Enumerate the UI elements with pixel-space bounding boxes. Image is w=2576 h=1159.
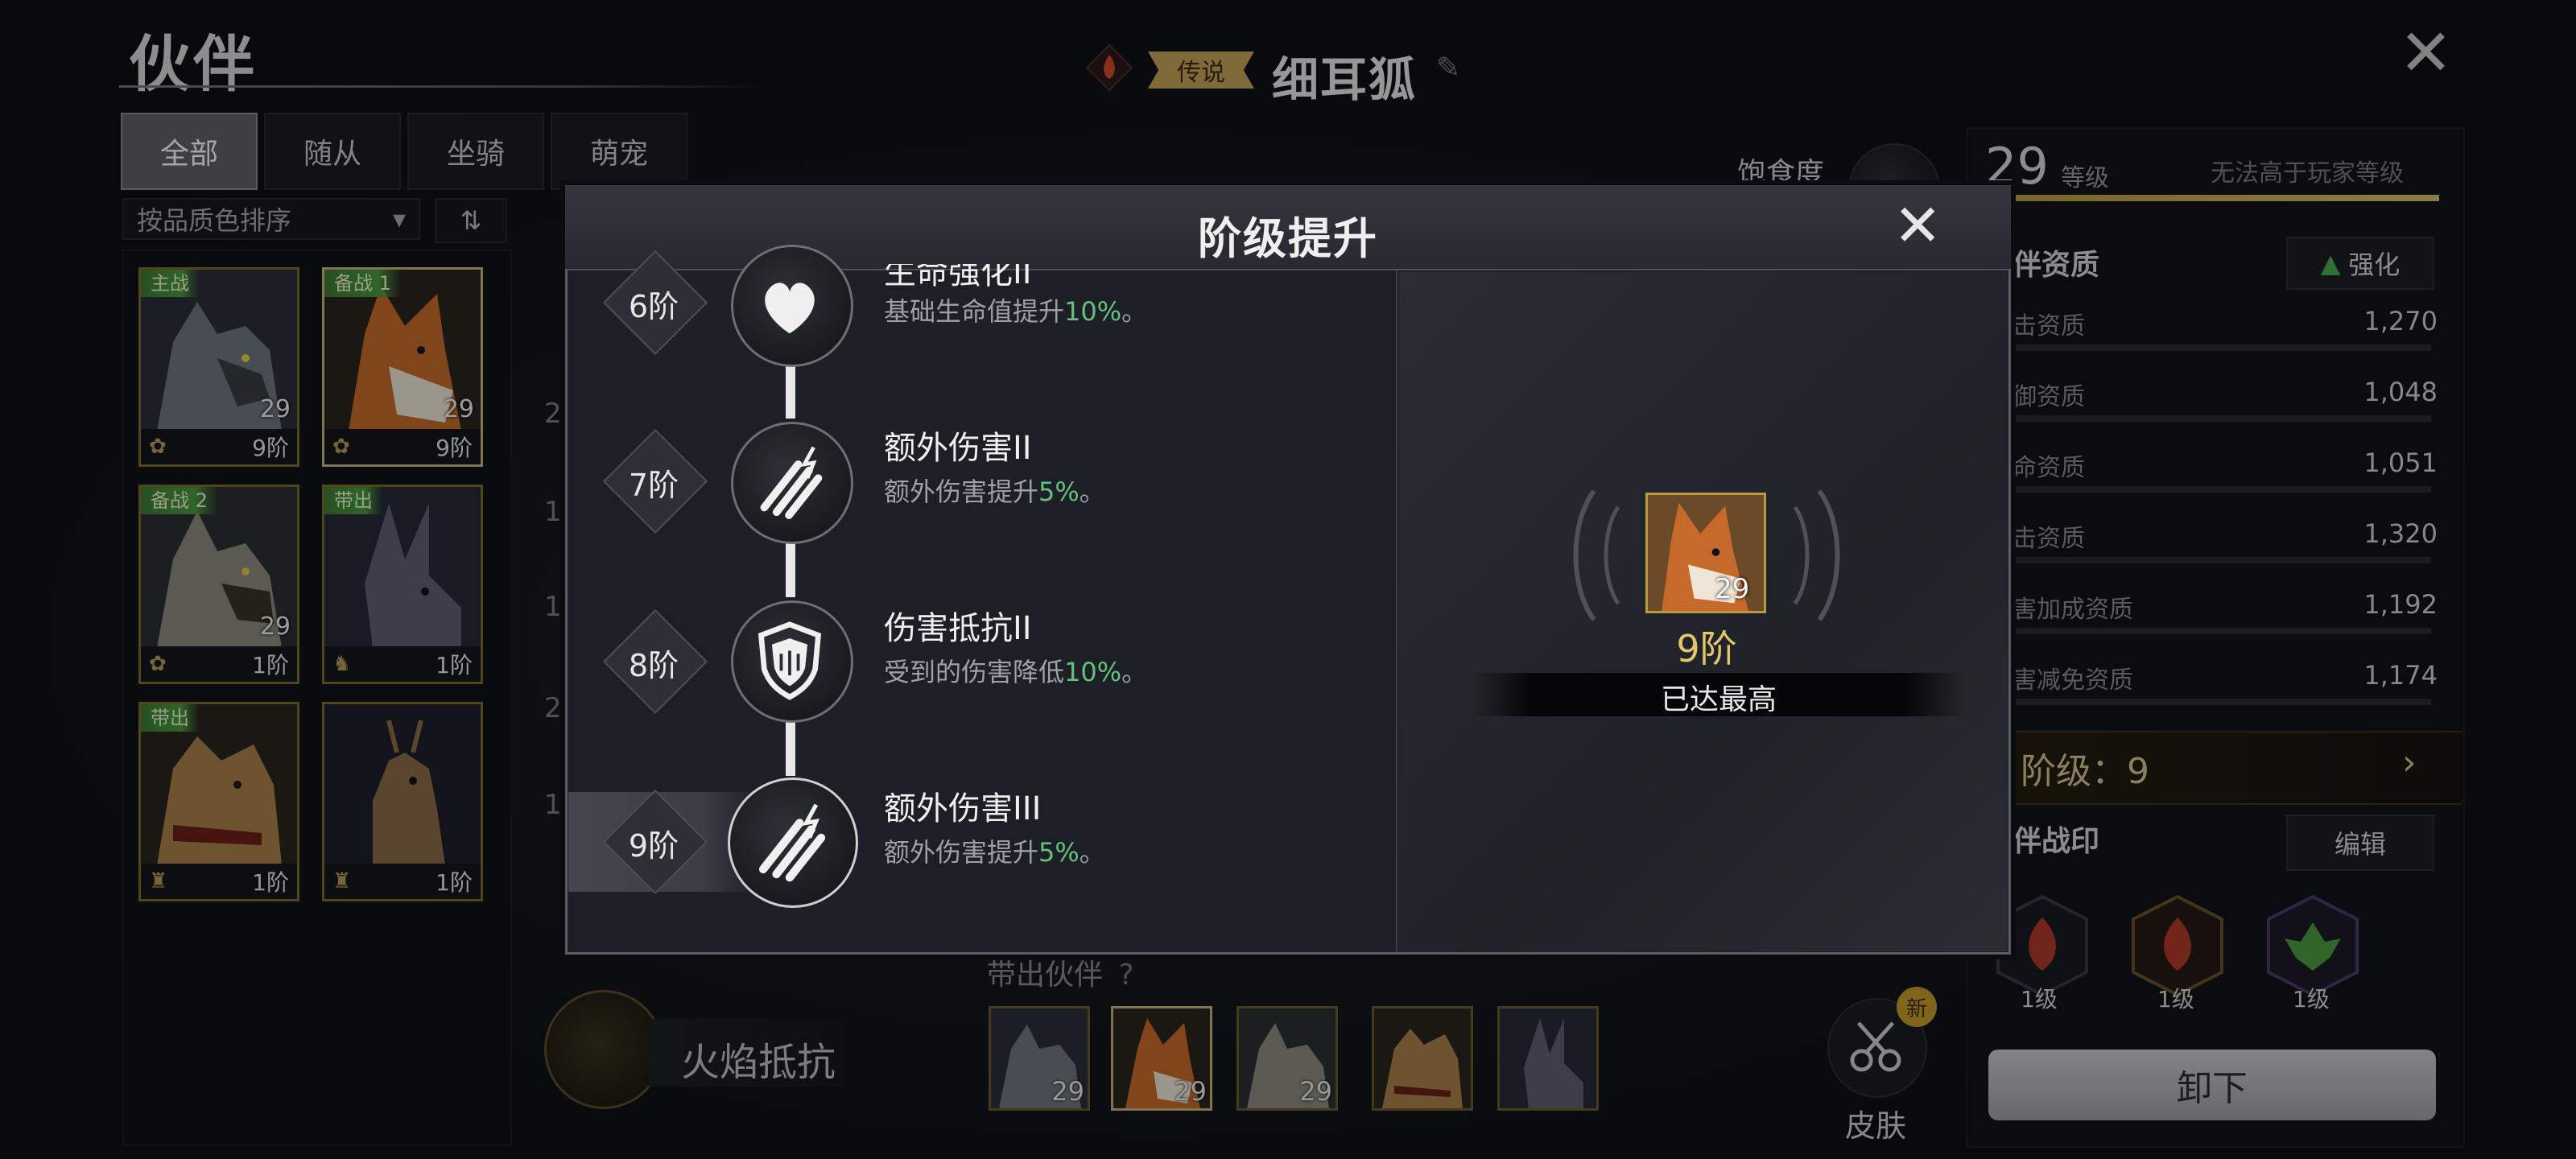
max-status-text: 已达最高 <box>1660 683 1777 716</box>
skill-desc: 额外伤害提升5%。 <box>884 832 1105 869</box>
desc-text: 额外伤害提升 <box>884 476 1039 507</box>
dialog-divider <box>1396 270 1397 951</box>
claw-icon[interactable] <box>728 777 858 908</box>
dialog-title: 阶级提升 <box>1198 213 1378 264</box>
close-icon[interactable]: ✕ <box>1893 196 1942 254</box>
desc-punct: 。 <box>1121 657 1148 687</box>
shield-glyph <box>758 621 822 700</box>
stage-label: 6阶 <box>628 289 679 324</box>
desc-text: 额外伤害提升 <box>884 837 1039 868</box>
heart-icon[interactable] <box>731 245 853 367</box>
stage-label: 7阶 <box>628 468 679 503</box>
preview-level: 29 <box>1715 573 1750 605</box>
desc-value: 10% <box>1064 657 1122 687</box>
stage-connector <box>786 716 795 776</box>
desc-value: 5% <box>1038 837 1080 868</box>
claw-glyph <box>758 803 826 882</box>
desc-value: 10% <box>1064 296 1122 327</box>
skill-desc: 受到的伤害降低10%。 <box>884 652 1147 689</box>
desc-value: 5% <box>1038 476 1080 507</box>
claw-glyph <box>760 446 823 519</box>
stage-connector <box>786 361 795 419</box>
skill-title: 额外伤害II <box>884 430 1032 467</box>
stage-label: 9阶 <box>628 828 679 864</box>
stage-connector <box>786 538 795 597</box>
skill-title: 伤害抵抗II <box>884 610 1032 647</box>
desc-text: 受到的伤害降低 <box>884 657 1065 687</box>
stage-label: 8阶 <box>628 648 679 683</box>
preview-tier: 9阶 <box>1676 627 1737 670</box>
skill-desc: 基础生命值提升10%。 <box>884 291 1147 328</box>
skill-desc: 额外伤害提升5%。 <box>884 472 1105 509</box>
heart-glyph <box>765 283 815 334</box>
claw-icon[interactable] <box>731 422 853 544</box>
skill-title: 额外伤害III <box>884 790 1042 827</box>
desc-punct: 。 <box>1079 837 1105 868</box>
desc-punct: 。 <box>1121 296 1148 327</box>
desc-punct: 。 <box>1079 476 1105 507</box>
shield-icon[interactable] <box>731 600 853 723</box>
desc-text: 基础生命值提升 <box>884 296 1065 327</box>
